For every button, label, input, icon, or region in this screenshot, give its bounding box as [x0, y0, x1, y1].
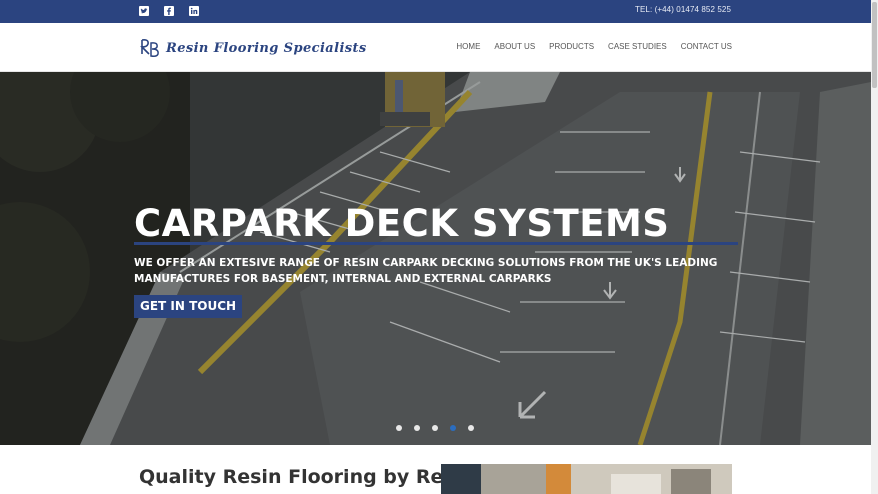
hero-title: CARPARK DECK SYSTEMS: [134, 202, 670, 245]
linkedin-icon[interactable]: [189, 6, 199, 16]
phone-number: TEL: (+44) 01474 852 525: [634, 5, 731, 14]
get-in-touch-button[interactable]: GET IN TOUCH: [134, 295, 243, 318]
nav-home[interactable]: HOME: [456, 42, 480, 51]
twitter-icon[interactable]: [139, 6, 149, 16]
top-bar: TEL: (+44) 01474 852 525: [0, 0, 871, 23]
facebook-icon[interactable]: [164, 6, 174, 16]
hero-divider: [134, 242, 738, 245]
rfs-monogram-icon: [140, 39, 159, 57]
nav-about-us[interactable]: ABOUT US: [494, 42, 535, 51]
nav-case-studies[interactable]: CASE STUDIES: [608, 42, 667, 51]
scrollbar-thumb[interactable]: [872, 2, 877, 88]
logo-text: Resin Flooring Specialists: [166, 40, 367, 56]
intro-image: [441, 464, 732, 494]
slider-dot-1[interactable]: [396, 425, 402, 431]
slider-dots: [396, 425, 474, 431]
slider-dot-5[interactable]: [468, 425, 474, 431]
nav-products[interactable]: PRODUCTS: [549, 42, 594, 51]
main-nav: HOME ABOUT US PRODUCTS CASE STUDIES CONT…: [456, 42, 732, 51]
slider-dot-4[interactable]: [450, 425, 456, 431]
site-header: Resin Flooring Specialists HOME ABOUT US…: [0, 23, 871, 72]
site-logo[interactable]: Resin Flooring Specialists: [139, 35, 367, 61]
nav-contact-us[interactable]: CONTACT US: [681, 42, 732, 51]
page-scrollbar[interactable]: [871, 0, 878, 494]
hero-slider: CARPARK DECK SYSTEMS WE OFFER AN EXTESIV…: [0, 72, 871, 445]
hero-subtitle: WE OFFER AN EXTESIVE RANGE OF RESIN CARP…: [134, 257, 718, 285]
slider-dot-3[interactable]: [432, 425, 438, 431]
slider-dot-2[interactable]: [414, 425, 420, 431]
